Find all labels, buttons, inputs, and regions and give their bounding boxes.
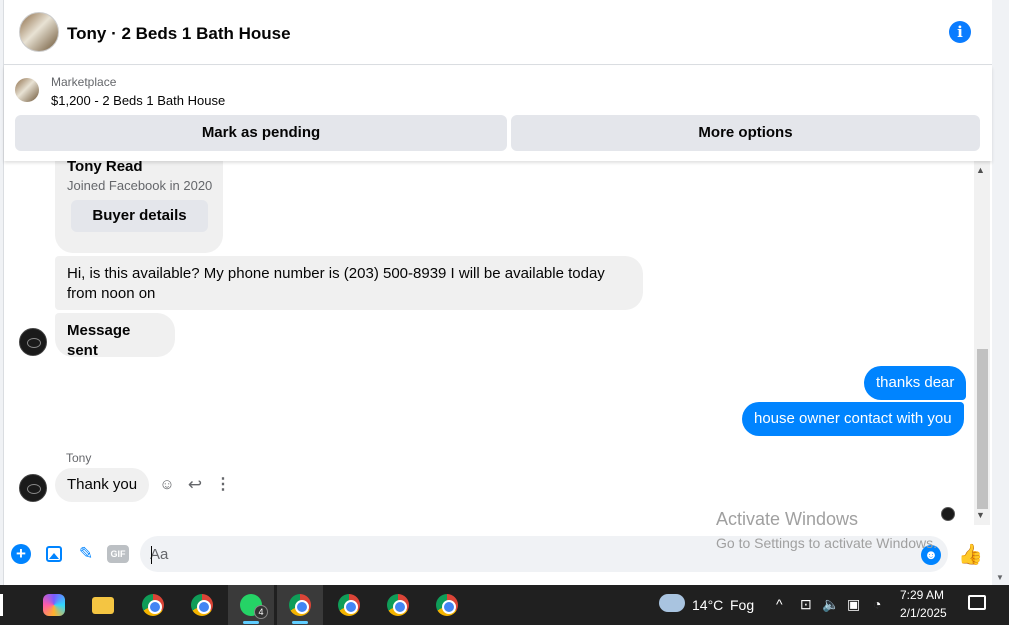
buyer-profile-card: Tony Read Joined Facebook in 2020 Buyer … bbox=[55, 161, 223, 253]
info-icon[interactable]: i bbox=[949, 21, 971, 43]
sender-name-label: Tony bbox=[66, 451, 92, 465]
message-bubble-incoming[interactable]: Thank you bbox=[55, 468, 150, 502]
window-scrollbar[interactable]: ▼ bbox=[992, 0, 1009, 585]
chrome-window-icon[interactable] bbox=[326, 585, 372, 625]
weather-fog-icon[interactable] bbox=[659, 594, 685, 612]
scroll-down-arrow-icon[interactable]: ▼ bbox=[996, 573, 1004, 582]
weather-condition[interactable]: Fog bbox=[730, 597, 754, 613]
buyer-name: Tony Read bbox=[67, 161, 143, 175]
battery-icon[interactable]: ▣ bbox=[847, 596, 860, 613]
clock-time[interactable]: 7:29 AM bbox=[900, 588, 944, 602]
mark-as-pending-button[interactable]: Mark as pending bbox=[15, 115, 507, 151]
copilot-icon[interactable] bbox=[31, 585, 77, 625]
clock-date[interactable]: 2/1/2025 bbox=[900, 606, 947, 620]
plus-icon[interactable]: + bbox=[11, 544, 31, 564]
thumbs-up-icon[interactable]: 👍 bbox=[958, 542, 983, 567]
message-bubble-incoming[interactable]: Message sent bbox=[55, 313, 175, 359]
more-options-button[interactable]: More options bbox=[511, 115, 980, 151]
message-bubble-outgoing[interactable]: thanks dear bbox=[864, 366, 967, 400]
conversation-header: Tony · 2 Beds 1 Bath House i bbox=[4, 0, 992, 65]
text-caret bbox=[151, 546, 152, 564]
conversation-avatar[interactable] bbox=[19, 12, 59, 52]
whatsapp-badge: 4 bbox=[254, 605, 268, 619]
chrome-window-icon[interactable] bbox=[375, 585, 421, 625]
scroll-up-arrow-icon[interactable]: ▲ bbox=[976, 165, 985, 175]
conversation-title[interactable]: Tony · 2 Beds 1 Bath House bbox=[67, 24, 291, 44]
message-bubble-outgoing[interactable]: house owner contact with you bbox=[742, 402, 964, 436]
photo-icon[interactable] bbox=[44, 544, 64, 564]
task-view-icon[interactable] bbox=[0, 585, 14, 625]
meet-now-icon[interactable]: ⊡ bbox=[800, 596, 812, 613]
react-smiley-icon[interactable]: ☺ bbox=[158, 476, 176, 494]
marketplace-banner: Marketplace $1,200 - 2 Beds 1 Bath House… bbox=[4, 66, 992, 161]
wifi-icon[interactable]: ◔ bbox=[873, 596, 881, 612]
watermark-title: Activate Windows bbox=[716, 509, 859, 529]
seen-indicator-avatar bbox=[941, 507, 955, 521]
message-bubble-incoming[interactable]: Hi, is this available? My phone number i… bbox=[55, 256, 643, 310]
chrome-icon[interactable] bbox=[130, 585, 176, 625]
volume-icon[interactable]: 🔈 bbox=[822, 596, 839, 613]
messenger-window: ▼ Tony · 2 Beds 1 Bath House i Marketpla… bbox=[0, 0, 1009, 625]
watermark-subtitle: Go to Settings to activate Windows. bbox=[716, 535, 937, 551]
gif-icon[interactable]: GIF bbox=[107, 545, 129, 563]
scroll-down-arrow-icon[interactable]: ▼ bbox=[976, 510, 985, 520]
activate-windows-watermark: Activate Windows Go to Settings to activ… bbox=[716, 509, 937, 551]
weather-temperature[interactable]: 14°C bbox=[692, 597, 723, 613]
file-explorer-icon[interactable] bbox=[80, 585, 126, 625]
sticker-icon[interactable]: ✎ bbox=[76, 544, 96, 564]
listing-thumbnail[interactable] bbox=[15, 78, 39, 102]
chat-scrollbar-thumb[interactable] bbox=[977, 349, 988, 509]
show-hidden-icons-icon[interactable]: ^ bbox=[776, 596, 783, 612]
message-thread: Tony Read Joined Facebook in 2020 Buyer … bbox=[4, 161, 992, 525]
listing-title[interactable]: $1,200 - 2 Beds 1 Bath House bbox=[51, 93, 225, 108]
marketplace-label: Marketplace bbox=[51, 75, 117, 89]
more-actions-icon[interactable]: ⋮ bbox=[214, 476, 232, 494]
whatsapp-icon[interactable]: 4 bbox=[228, 585, 274, 625]
chrome-profile-icon[interactable] bbox=[179, 585, 225, 625]
reply-icon[interactable]: ↩ bbox=[186, 476, 204, 494]
sender-avatar[interactable] bbox=[19, 474, 47, 502]
buyer-details-button[interactable]: Buyer details bbox=[71, 200, 208, 232]
windows-taskbar: 4 14°C Fog ^ ⊡ 🔈 ▣ ◔ 7:29 AM 2/1/2025 bbox=[0, 585, 1009, 625]
buyer-joined-text: Joined Facebook in 2020 bbox=[67, 178, 213, 193]
sender-avatar[interactable] bbox=[19, 328, 47, 356]
chrome-window-icon[interactable] bbox=[424, 585, 470, 625]
chrome-active-icon[interactable] bbox=[277, 585, 323, 625]
notifications-icon[interactable] bbox=[968, 595, 986, 610]
